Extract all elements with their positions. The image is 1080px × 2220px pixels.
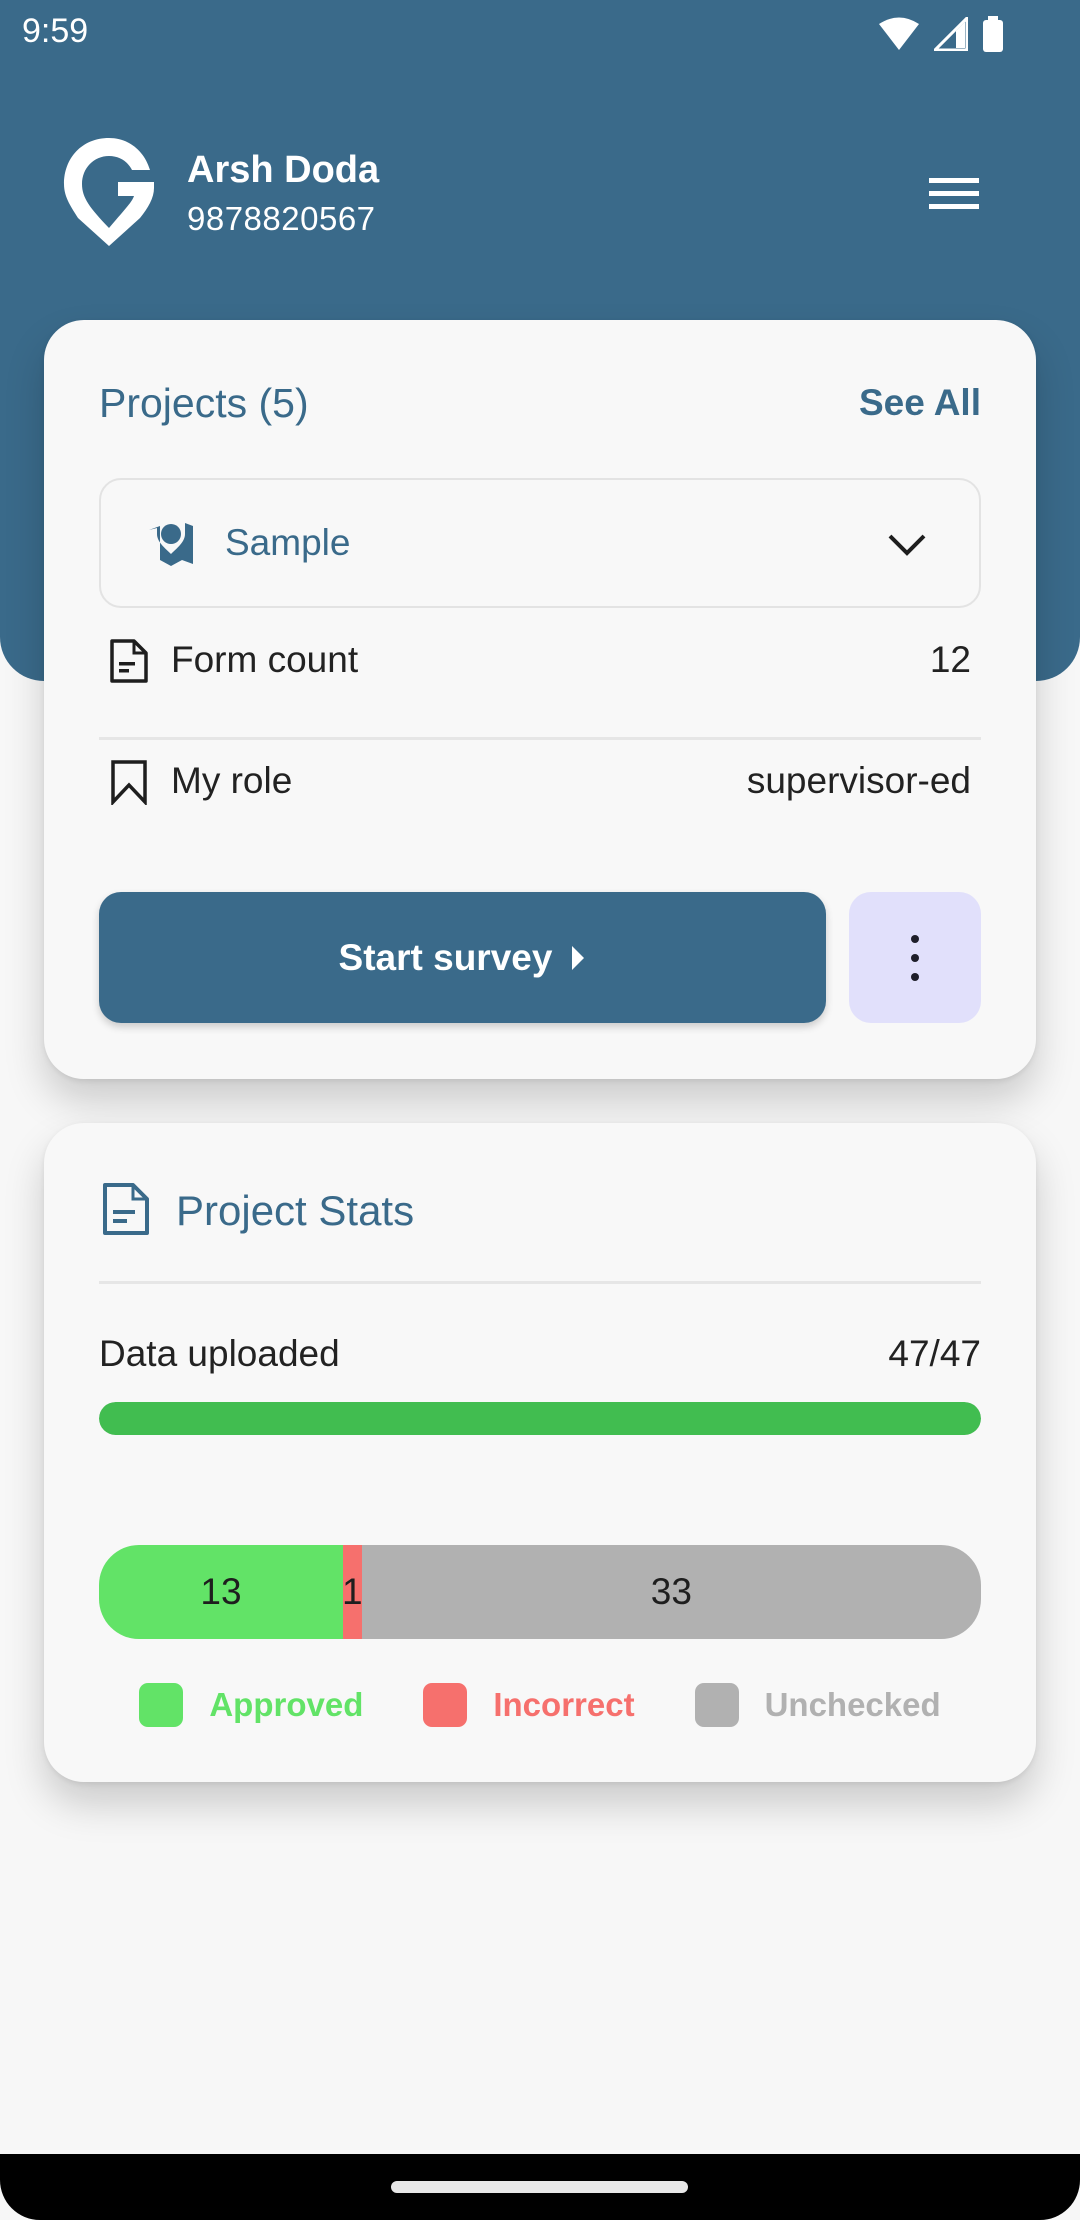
legend-item-approved: Approved <box>139 1683 363 1727</box>
bar-segment-incorrect: 1 <box>342 1545 363 1639</box>
bar-segment-unchecked: 33 <box>361 1545 981 1639</box>
hamburger-menu-button[interactable] <box>920 166 988 220</box>
system-navigation-bar <box>0 2154 1080 2220</box>
cellular-signal-icon <box>934 17 968 51</box>
user-name: Arsh Doda <box>187 149 380 191</box>
document-icon <box>110 639 148 683</box>
bar-data-label: 1 <box>342 1571 363 1612</box>
my-role-row: My role supervisor-ed <box>99 741 981 821</box>
chevron-down-icon <box>888 534 926 556</box>
status-icons <box>878 16 1004 52</box>
status-time: 9:59 <box>22 12 89 50</box>
form-count-value: 12 <box>929 639 971 680</box>
play-arrow-icon <box>572 945 585 970</box>
divider <box>99 1281 981 1284</box>
status-stacked-bar: 13 1 33 <box>99 1545 981 1639</box>
user-phone: 9878820567 <box>187 200 376 237</box>
map-pin-icon <box>149 523 193 566</box>
start-survey-label: Start survey <box>338 936 553 978</box>
wifi-icon <box>879 17 919 50</box>
legend-item-incorrect: Incorrect <box>423 1683 635 1727</box>
project-stats-title: Project Stats <box>176 1187 415 1234</box>
form-count-row: Form count 12 <box>99 620 981 700</box>
divider <box>99 737 981 740</box>
upload-progress-bar <box>99 1402 981 1435</box>
see-all-link[interactable]: See All <box>859 382 981 424</box>
bar-data-label: 13 <box>200 1571 242 1612</box>
data-uploaded-label: Data uploaded <box>99 1333 340 1374</box>
my-role-value: supervisor-ed <box>746 760 971 801</box>
document-icon <box>103 1183 149 1235</box>
form-count-label: Form count <box>171 639 359 680</box>
bar-segment-approved: 13 <box>99 1545 343 1639</box>
app-logo-icon <box>64 138 154 246</box>
home-gesture-handle[interactable] <box>391 2181 688 2193</box>
hamburger-menu-icon <box>929 177 979 183</box>
bar-data-label: 33 <box>650 1571 692 1612</box>
more-options-button[interactable] <box>849 892 981 1023</box>
start-survey-button[interactable]: Start survey <box>99 892 826 1023</box>
legend-label: Unchecked <box>764 1686 941 1723</box>
legend-swatch <box>423 1683 468 1727</box>
legend-label: Incorrect <box>493 1686 635 1723</box>
projects-card: Projects (5) See All Sample Form count 1… <box>44 320 1036 1079</box>
legend-label: Approved <box>209 1686 364 1723</box>
project-selector-dropdown[interactable]: Sample <box>99 478 981 608</box>
more-vertical-icon <box>911 934 919 943</box>
upload-progress-fill <box>99 1402 981 1435</box>
battery-icon <box>983 16 1003 52</box>
legend-swatch <box>139 1683 184 1727</box>
projects-title: Projects (5) <box>99 380 309 426</box>
status-bar: 9:59 <box>0 0 1080 66</box>
data-uploaded-value: 47/47 <box>888 1333 981 1374</box>
my-role-label: My role <box>171 760 293 801</box>
selected-project-label: Sample <box>225 522 351 563</box>
legend-swatch <box>694 1683 739 1727</box>
project-stats-card: Project Stats Data uploaded 47/47 13 1 33 … <box>44 1123 1036 1782</box>
bookmark-icon <box>111 760 147 805</box>
legend-item-unchecked: Unchecked <box>694 1683 941 1727</box>
chart-legend: Approved Incorrect Unchecked <box>44 1683 1036 1727</box>
